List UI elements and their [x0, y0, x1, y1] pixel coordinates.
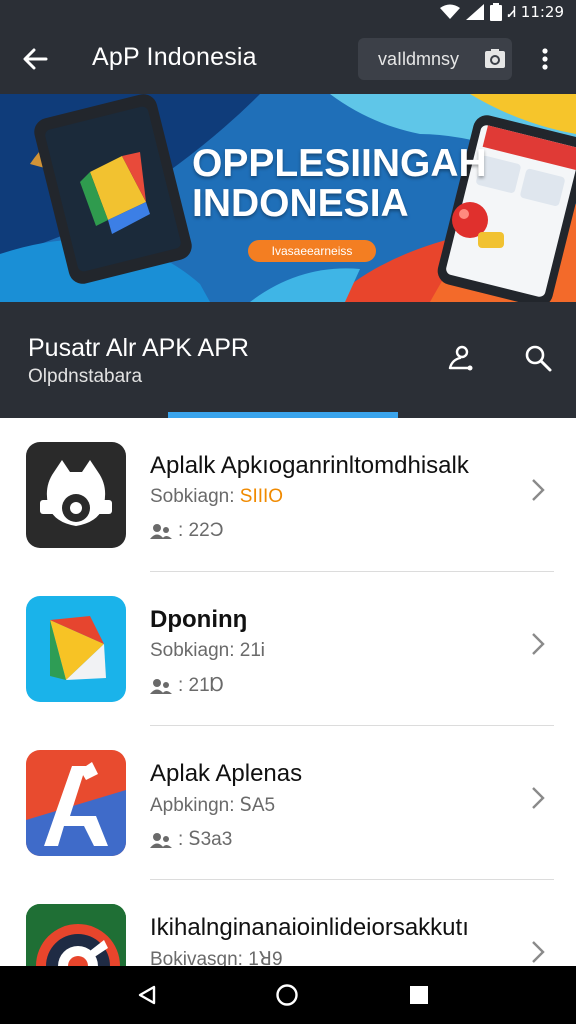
banner-title-line1: OPPLESIINGAH: [192, 142, 487, 185]
wifi-icon: [440, 4, 461, 19]
list-item[interactable]: Aplak Aplenas Apbkingn: ꓢA5 : ꓢ3a3: [0, 726, 576, 880]
chevron-right-icon[interactable]: [528, 938, 548, 966]
meta-value: ꓢA5: [239, 795, 276, 816]
app-rating: : 22Ɔ: [150, 520, 223, 542]
app-list: Aplalk Apkıoganrinltomdhisalk Sobkiagn: …: [0, 418, 576, 966]
banner-title-line2: INDONESIA: [192, 182, 409, 225]
chevron-right-icon[interactable]: [528, 784, 548, 812]
back-triangle-icon: [138, 985, 156, 1005]
meta-label: Apbkingn:: [150, 795, 235, 816]
app-icon: [26, 904, 126, 966]
app-icon: [26, 596, 126, 702]
list-item[interactable]: Ikihalnginanaioinlideiorsakkutı Bokivasg…: [0, 880, 576, 966]
search-chip[interactable]: vaIldmnsy: [358, 38, 512, 80]
search-chip-label: vaIldmnsy: [378, 49, 460, 69]
app-icon: [26, 442, 126, 548]
users-icon: [150, 832, 172, 848]
battery-icon: [490, 3, 503, 21]
app-meta: Sobkiagn: SIIIO: [150, 486, 283, 508]
status-time: Ꮧ 11:29: [508, 3, 564, 21]
back-button[interactable]: [18, 42, 52, 76]
nav-home-button[interactable]: [272, 980, 302, 1010]
system-nav-bar: [0, 966, 576, 1024]
list-item[interactable]: Aplalk Apkıoganrinltomdhisalk Sobkiagn: …: [0, 418, 576, 572]
meta-label: Bokivasgn:: [150, 949, 243, 966]
banner-pill-button[interactable]: Ivasaeearneiss: [248, 240, 376, 262]
app-meta: Bokivasgn: 1ꓤ9: [150, 948, 283, 966]
app-icon: [26, 750, 126, 856]
rating-value: : 21Ɒ: [178, 675, 225, 696]
section-header: Pusatr Alr APK APR Olpdnstabara: [0, 302, 576, 418]
users-icon: [150, 524, 172, 539]
app-rating: : ꓢ3a3: [150, 828, 232, 851]
back-arrow-icon: [23, 48, 48, 70]
banner-title: OPPLESIINGAH INDONESIA: [192, 144, 487, 224]
recents-square-icon: [410, 986, 428, 1004]
promo-banner[interactable]: OPPLESIINGAH INDONESIA Ivasaeearneiss: [0, 94, 576, 302]
chevron-right-icon[interactable]: [528, 630, 548, 658]
status-bar: Ꮧ 11:29: [0, 0, 576, 24]
search-icon[interactable]: [522, 342, 554, 374]
app-title: ApP Indonesia: [92, 43, 257, 71]
nav-recents-button[interactable]: [404, 980, 434, 1010]
rating-value: : 22Ɔ: [178, 520, 224, 541]
more-options-button[interactable]: [530, 40, 560, 78]
signal-icon: [466, 4, 485, 20]
status-icons: Ꮧ 11:29: [440, 2, 564, 22]
list-item[interactable]: Dponinŋ Sobkiagn: 21Ꭵ : 21Ɒ: [0, 572, 576, 726]
meta-label: Sobkiagn:: [150, 640, 235, 661]
home-circle-icon: [276, 984, 298, 1006]
camera-icon[interactable]: [484, 48, 506, 70]
users-icon: [150, 678, 172, 694]
chevron-right-icon[interactable]: [528, 476, 548, 504]
section-title: Pusatr Alr APK APR: [28, 334, 249, 362]
meta-value: SIIIO: [239, 486, 284, 507]
app-bar: ApP Indonesia vaIldmnsy: [0, 24, 576, 94]
nav-back-button[interactable]: [132, 980, 162, 1010]
app-rating: : 21Ɒ: [150, 674, 225, 697]
app-meta: Sobkiagn: 21Ꭵ: [150, 640, 265, 662]
app-meta: Apbkingn: ꓢA5: [150, 794, 275, 817]
app-name: Aplalk Apkıoganrinltomdhisalk: [150, 452, 469, 479]
app-name: Ikihalnginanaioinlideiorsakkutı: [150, 914, 469, 941]
meta-label: Sobkiagn:: [150, 486, 235, 507]
meta-value: 21Ꭵ: [239, 640, 265, 661]
app-name: Dponinŋ: [150, 606, 248, 633]
section-subtitle: Olpdnstabara: [28, 366, 143, 387]
app-name: Aplak Aplenas: [150, 760, 303, 787]
share-icon[interactable]: [444, 342, 476, 374]
meta-value: 1ꓤ9: [248, 949, 283, 966]
more-vert-icon: [542, 48, 548, 70]
rating-value: : ꓢ3a3: [178, 829, 233, 850]
